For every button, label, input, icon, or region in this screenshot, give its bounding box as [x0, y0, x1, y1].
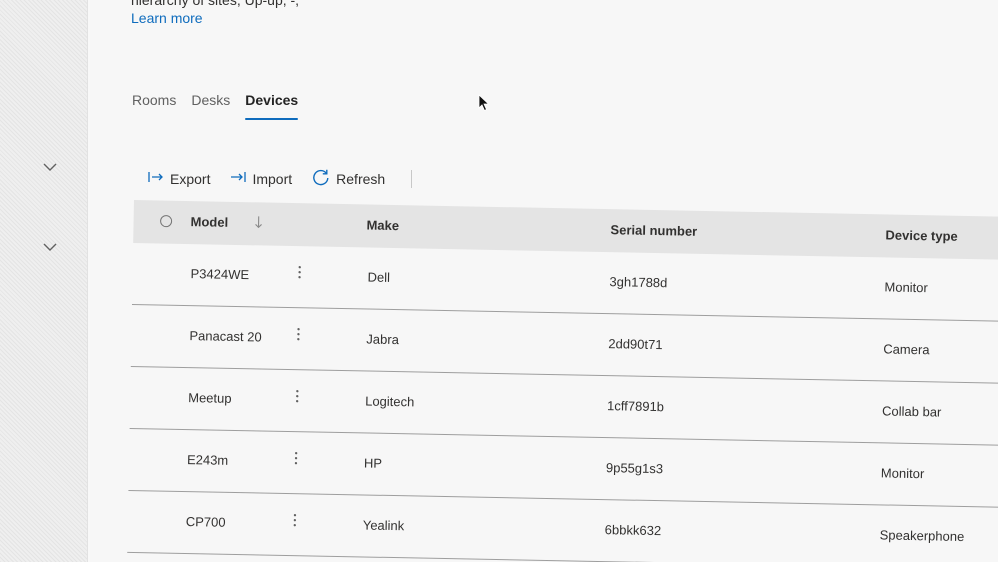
export-icon: [148, 170, 164, 187]
cell-device-type: Monitor: [884, 279, 928, 296]
chevron-down-icon[interactable]: [42, 159, 58, 175]
cell-model: Panacast 20: [189, 328, 262, 345]
main-content: hierarchy of sites, Up-up, -, Learn more…: [90, 0, 998, 562]
column-header-serial-number[interactable]: Serial number: [610, 222, 697, 239]
cell-serial-number: 3gh1788d: [609, 274, 668, 291]
import-label: Import: [252, 170, 293, 187]
refresh-button[interactable]: Refresh: [312, 168, 385, 189]
refresh-icon: [312, 168, 330, 189]
more-vertical-icon[interactable]: [291, 388, 303, 404]
toolbar-divider: [411, 169, 413, 188]
cell-model: Meetup: [188, 390, 232, 406]
export-button[interactable]: Export: [148, 170, 210, 187]
cell-make: Dell: [367, 269, 391, 285]
cell-make: Logitech: [365, 393, 415, 410]
more-vertical-icon[interactable]: [289, 512, 301, 528]
learn-more-link[interactable]: Learn more: [131, 10, 203, 26]
cell-model: P3424WE: [190, 266, 250, 283]
tab-rooms[interactable]: Rooms: [132, 92, 176, 120]
import-icon: [230, 170, 247, 187]
toolbar: Export Import Refresh: [148, 168, 413, 189]
cell-make: HP: [363, 455, 383, 471]
cell-serial-number: 9p55g1s3: [605, 460, 664, 477]
page-description: hierarchy of sites, Up-up, -,: [131, 0, 300, 8]
refresh-label: Refresh: [336, 170, 386, 187]
cell-model: CP700: [185, 514, 226, 530]
cell-make: Jabra: [366, 331, 400, 348]
cell-serial-number: 6bbkk632: [604, 522, 662, 539]
cell-model: E243m: [186, 452, 229, 468]
tab-devices[interactable]: Devices: [245, 92, 298, 120]
left-navigation-rail: [0, 0, 88, 562]
cell-device-type: Speakerphone: [879, 527, 965, 544]
column-header-model[interactable]: Model: [190, 214, 228, 230]
cell-make: Yealink: [362, 517, 405, 534]
cell-device-type: Camera: [883, 341, 930, 358]
cell-serial-number: 2dd90t71: [608, 336, 663, 353]
chevron-down-icon[interactable]: [42, 239, 58, 255]
devices-table: Model Make Serial number Device type P34…: [127, 200, 998, 562]
more-vertical-icon[interactable]: [290, 450, 302, 466]
column-header-make[interactable]: Make: [366, 217, 399, 233]
tab-desks[interactable]: Desks: [191, 92, 230, 120]
select-all-radio-icon[interactable]: [159, 214, 173, 232]
column-header-device-type[interactable]: Device type: [885, 227, 958, 243]
mouse-pointer-icon: [478, 94, 490, 117]
sort-down-arrow-icon[interactable]: [253, 215, 263, 234]
cell-device-type: Monitor: [880, 465, 925, 482]
more-vertical-icon[interactable]: [292, 326, 304, 342]
cell-serial-number: 1cff7891b: [606, 398, 665, 415]
more-vertical-icon[interactable]: [293, 264, 305, 280]
cell-device-type: Collab bar: [881, 403, 942, 420]
export-label: Export: [170, 170, 211, 187]
import-button[interactable]: Import: [230, 170, 292, 187]
tab-list: Rooms Desks Devices: [132, 92, 298, 120]
